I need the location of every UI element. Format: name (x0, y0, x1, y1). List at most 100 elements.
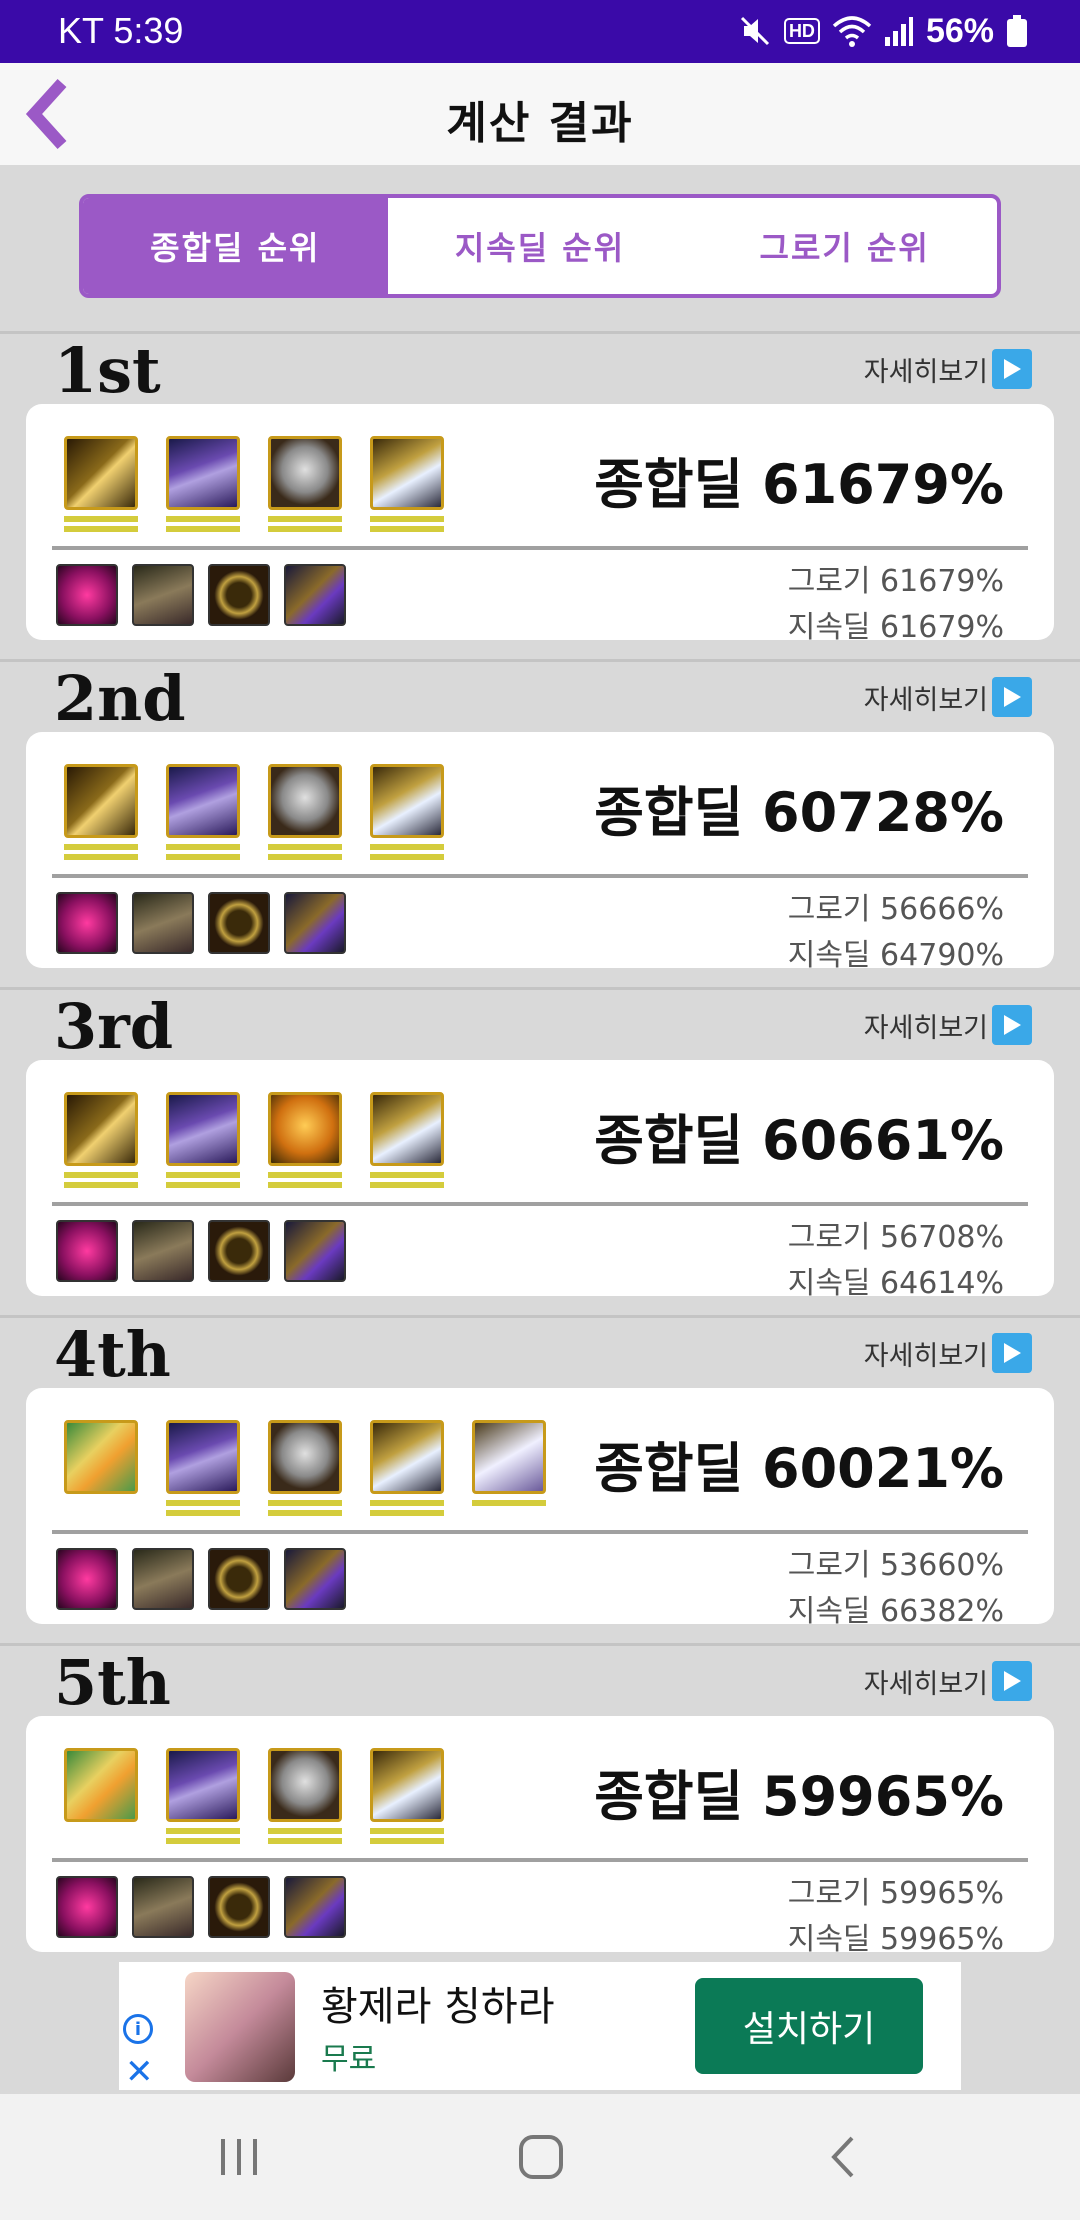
equipment-slot (64, 1092, 138, 1194)
equipment-slot (268, 1420, 342, 1522)
groggy-value: 그로기 56708% (787, 1220, 1004, 1255)
equipment-item-icon (166, 1420, 240, 1494)
accessory-icon (284, 564, 346, 626)
equipment-item-icon (166, 1092, 240, 1166)
play-icon (992, 1005, 1032, 1045)
equipment-item-icon (166, 436, 240, 510)
equipment-slot (166, 436, 240, 538)
sustained-value: 지속딜 59965% (787, 1922, 1004, 1957)
groggy-value: 그로기 61679% (787, 564, 1004, 599)
equipment-slot (370, 764, 444, 866)
equipment-slot (268, 436, 342, 538)
rank-label: 2nd (54, 662, 186, 735)
equipment-slot (472, 1420, 546, 1522)
detail-link-label: 자세히보기 (863, 1012, 988, 1044)
app-bar: 계산 결과 (0, 63, 1080, 165)
accessory-icon (284, 1220, 346, 1282)
install-button[interactable]: 설치하기 (695, 1978, 923, 2074)
nav-back-button[interactable] (798, 2124, 888, 2190)
weapon-icon (64, 436, 138, 510)
sustained-value: 지속딜 64614% (787, 1266, 1004, 1301)
equipment-icons (64, 764, 444, 866)
total-dps-value: 종합딜 60661% (594, 1109, 1004, 1172)
rank-label: 1st (54, 334, 161, 407)
upgrade-bars (370, 844, 444, 864)
detail-link[interactable]: 자세히보기 (864, 1661, 1032, 1701)
detail-link[interactable]: 자세히보기 (864, 349, 1032, 389)
equipment-slot (166, 1420, 240, 1522)
tab-groggy[interactable]: 그로기 순위 (692, 198, 997, 294)
accessory-icon (132, 1876, 194, 1938)
recent-apps-icon (221, 2139, 257, 2175)
accessory-icon (132, 564, 194, 626)
card-item-icon (64, 1748, 138, 1822)
ad-title: 황제라 칭하라 (321, 1984, 555, 2030)
equipment-item-icon (268, 764, 342, 838)
rank-label: 4th (54, 1318, 171, 1391)
carrier-time: KT 5:39 (58, 10, 184, 51)
accessory-icon (284, 1548, 346, 1610)
upgrade-bars (166, 1828, 240, 1848)
equipment-slot (268, 1748, 342, 1850)
sustained-value: 지속딜 61679% (787, 610, 1004, 645)
ad-subtitle: 무료 (321, 2042, 377, 2077)
equipment-slot (268, 1092, 342, 1194)
tab-total-dps[interactable]: 종합딜 순위 (83, 198, 388, 294)
close-icon[interactable]: ✕ (125, 2052, 154, 2092)
upgrade-bars (370, 1828, 444, 1848)
accessory-icon (208, 892, 270, 954)
accessory-icon (56, 892, 118, 954)
equipment-slot (64, 1748, 138, 1850)
detail-link[interactable]: 자세히보기 (864, 1333, 1032, 1373)
equipment-item-icon (268, 1748, 342, 1822)
accessory-icons (56, 1220, 346, 1282)
accessory-icon (208, 1220, 270, 1282)
result-card[interactable]: 종합딜 60728% 그로기 56666% 지속딜 64790% (26, 732, 1054, 973)
recent-apps-button[interactable] (194, 2124, 284, 2190)
equipment-item-icon (268, 1420, 342, 1494)
status-bar: KT 5:39 HD 56% (0, 0, 1080, 63)
result-card[interactable]: 종합딜 61679% 그로기 61679% 지속딜 61679% (26, 404, 1054, 645)
mute-icon (738, 14, 772, 48)
play-icon (992, 677, 1032, 717)
ad-thumbnail (185, 1972, 295, 2082)
upgrade-bars (64, 844, 138, 864)
page-title: 계산 결과 (446, 98, 634, 149)
sustained-value: 지속딜 64790% (787, 938, 1004, 973)
equipment-item-icon (472, 1420, 546, 1494)
detail-link[interactable]: 자세히보기 (864, 677, 1032, 717)
detail-link[interactable]: 자세히보기 (864, 1005, 1032, 1045)
play-icon (992, 349, 1032, 389)
home-button[interactable] (496, 2124, 586, 2190)
total-dps-value: 종합딜 60021% (594, 1437, 1004, 1500)
equipment-icons (64, 1748, 444, 1850)
upgrade-bars (370, 1500, 444, 1520)
result-card[interactable]: 종합딜 60021% 그로기 53660% 지속딜 66382% (26, 1388, 1054, 1629)
sustained-value: 지속딜 66382% (787, 1594, 1004, 1629)
equipment-item-icon (370, 1420, 444, 1494)
ad-banner[interactable]: i ✕ 황제라 칭하라 무료 설치하기 (119, 1962, 961, 2092)
accessory-icons (56, 564, 346, 626)
rank-label: 3rd (54, 990, 174, 1063)
tab-sustained-dps[interactable]: 지속딜 순위 (388, 198, 693, 294)
info-icon[interactable]: i (123, 2014, 153, 2044)
accessory-icon (56, 1876, 118, 1938)
accessory-icons (56, 892, 346, 954)
upgrade-bars (370, 1172, 444, 1192)
accessory-icon (208, 1548, 270, 1610)
card-divider (52, 546, 1028, 550)
rank-label: 5th (54, 1646, 171, 1719)
divider (0, 331, 1080, 334)
equipment-icons (64, 436, 444, 538)
result-card[interactable]: 종합딜 60661% 그로기 56708% 지속딜 64614% (26, 1060, 1054, 1301)
accessory-icon (284, 1876, 346, 1938)
result-card[interactable]: 종합딜 59965% 그로기 59965% 지속딜 59965% (26, 1716, 1054, 1957)
equipment-slot (268, 764, 342, 866)
upgrade-bars (166, 1500, 240, 1520)
equipment-icons (64, 1092, 444, 1194)
equipment-item-icon (166, 764, 240, 838)
equipment-slot (370, 1092, 444, 1194)
detail-link-label: 자세히보기 (863, 1340, 988, 1372)
equipment-slot (370, 436, 444, 538)
equipment-item-icon (166, 1748, 240, 1822)
